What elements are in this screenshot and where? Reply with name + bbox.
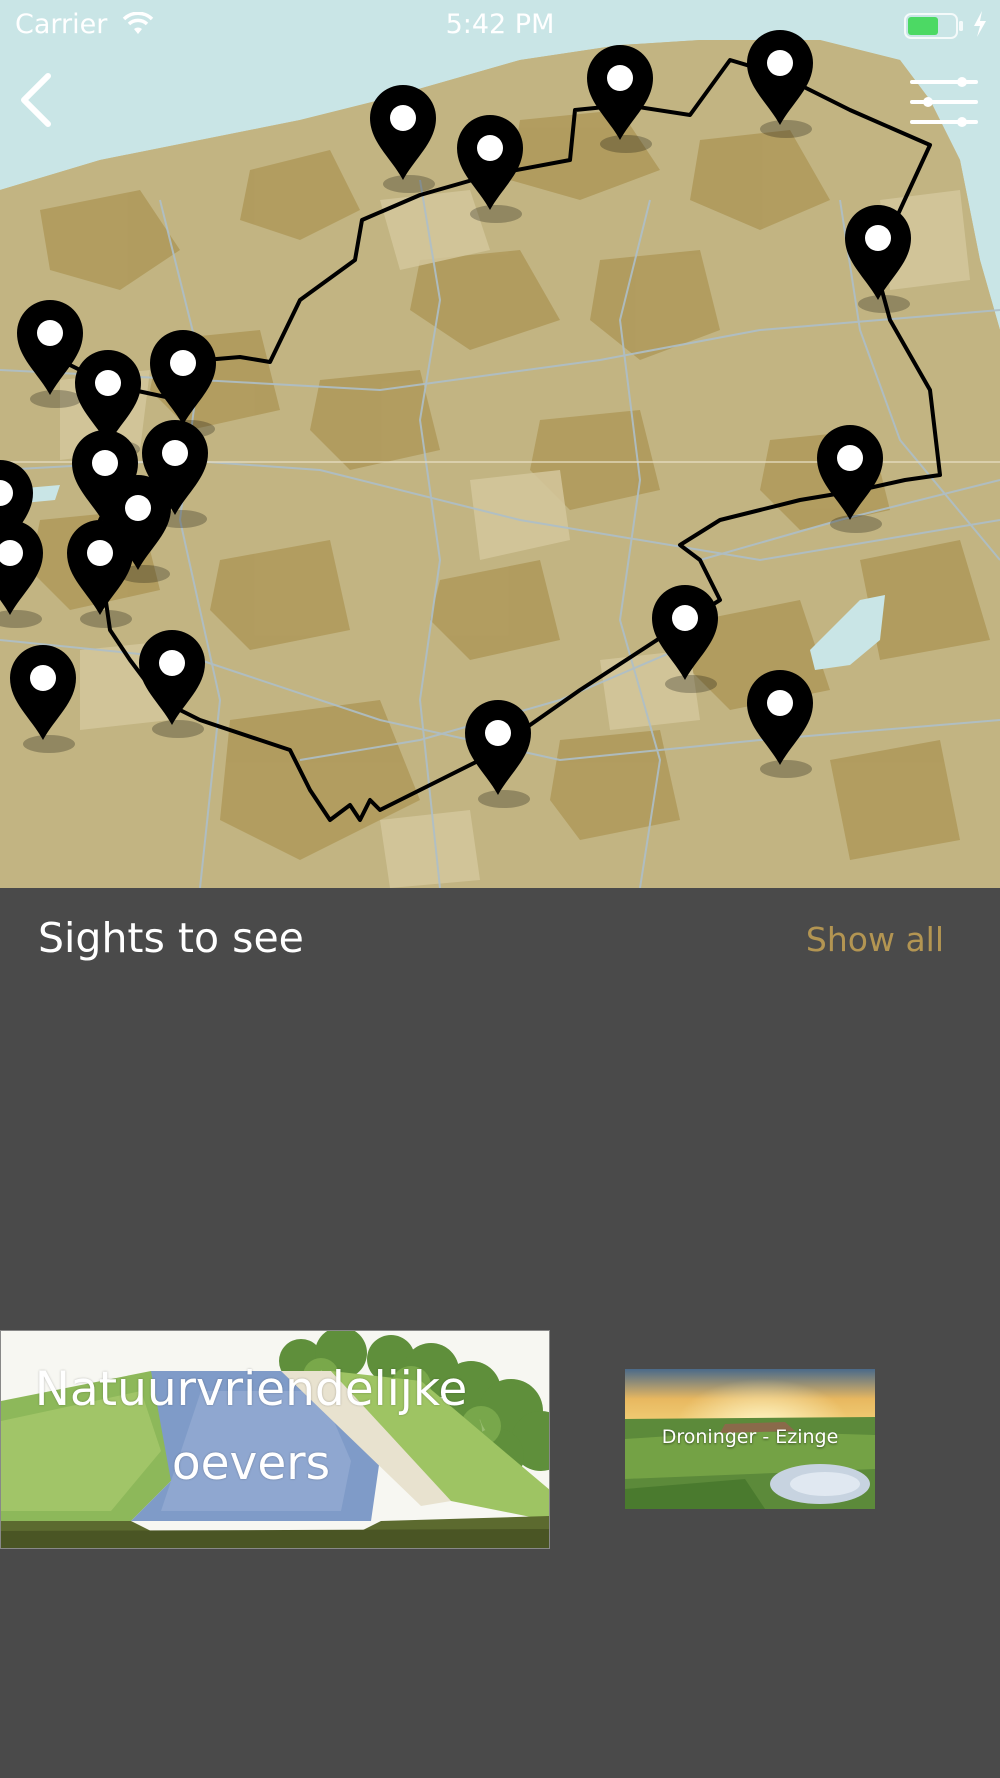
map-pin-icon[interactable] (465, 700, 531, 808)
battery-icon (904, 13, 964, 46)
sight-card-natuurvriendelijke-oevers[interactable]: Natuurvriendelijke oevers (0, 1330, 550, 1549)
map-pin-icon[interactable] (139, 630, 205, 738)
back-button[interactable] (14, 68, 64, 128)
map-view[interactable]: Carrier 5:42 PM (0, 0, 1000, 888)
map-pin-icon[interactable] (817, 425, 883, 533)
filter-button[interactable] (908, 72, 980, 132)
map-pin-icon[interactable] (457, 115, 523, 223)
map-pin-icon[interactable] (370, 85, 436, 193)
map-pin-icon[interactable] (17, 300, 83, 408)
sight-card-title: Droninger - Ezinge (661, 1426, 839, 1448)
map-pin-icon[interactable] (652, 585, 718, 693)
sight-card-title: Natuurvriendelijke oevers (34, 1362, 468, 1491)
show-all-link[interactable]: Show all (806, 920, 944, 959)
sights-section-title: Sights to see (38, 914, 304, 962)
sliders-icon (910, 77, 978, 127)
map-pin-icon[interactable] (587, 45, 653, 153)
status-bar: Carrier 5:42 PM (0, 0, 1000, 50)
chevron-left-icon (21, 73, 51, 127)
clock: 5:42 PM (445, 9, 555, 40)
map-pin-icon[interactable] (67, 520, 133, 628)
charging-icon (972, 10, 988, 45)
map-pin-icon[interactable] (845, 205, 911, 313)
sight-card-droninger-ezinge[interactable]: Droninger - Ezinge (625, 1369, 875, 1509)
map-pin-icon[interactable] (10, 645, 76, 753)
map-pin-icon[interactable] (0, 520, 43, 628)
map-pin-icon[interactable] (747, 670, 813, 778)
